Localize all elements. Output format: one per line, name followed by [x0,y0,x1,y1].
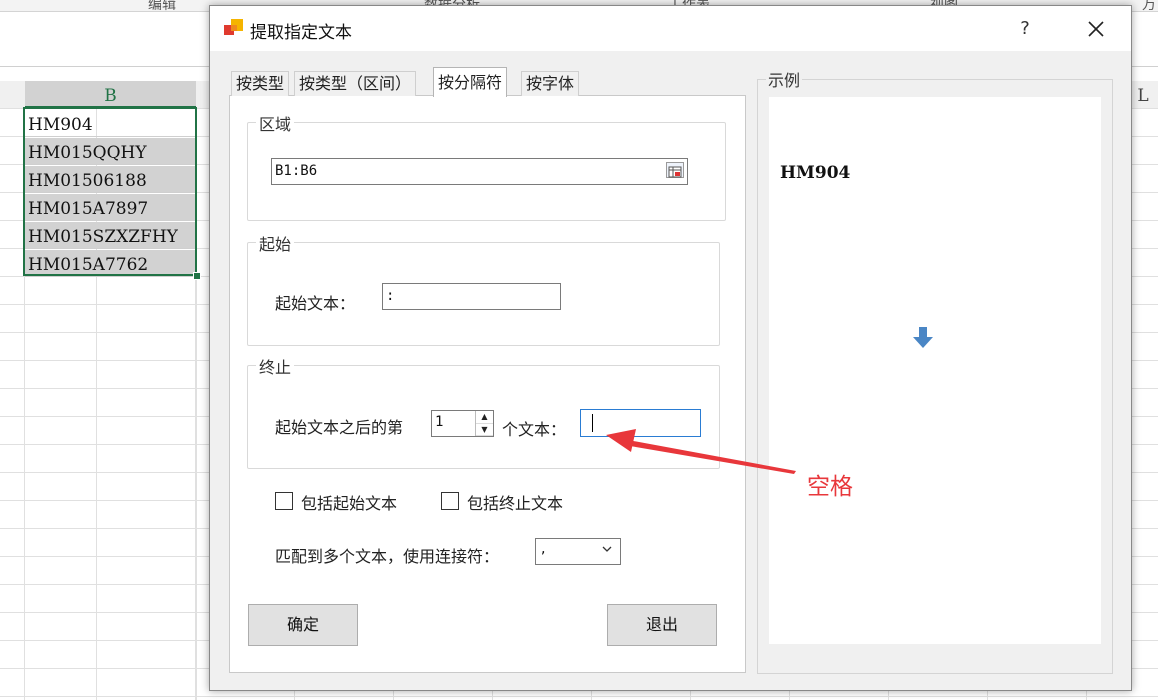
range-picker-button[interactable] [666,162,684,178]
joiner-value: , [541,541,546,557]
text-caret [592,414,593,432]
include-end-checkbox[interactable] [441,492,459,510]
annotation-arrow [606,429,796,474]
end-group-label: 终止 [256,354,295,378]
region-input-value: B1:B6 [275,163,318,179]
close-icon [1088,21,1104,37]
start-group-label: 起始 [256,231,295,255]
stepper-up-icon[interactable]: ▲ [476,411,493,424]
end-prefix-label: 起始文本之后的第 [275,418,404,437]
joiner-select[interactable]: , [535,538,621,565]
stepper-down-icon[interactable]: ▼ [476,424,493,436]
dialog-titlebar[interactable]: 提取指定文本 ? [210,6,1131,51]
selection-border [23,107,197,276]
app-icon [224,19,243,35]
region-group-label: 区域 [256,111,295,135]
nth-text-stepper[interactable]: 1 ▲ ▼ [431,410,494,437]
arrow-down-icon [913,327,933,348]
chevron-down-icon [602,546,612,552]
joiner-label: 匹配到多个文本，使用连接符： [275,547,500,566]
start-text-input[interactable]: : [382,283,561,310]
help-button[interactable]: ? [1010,14,1040,44]
tab-by-delimiter[interactable]: 按分隔符 [433,67,508,97]
ok-button[interactable]: 确定 [248,604,358,646]
sample-text: HM904 [780,163,851,183]
exit-button[interactable]: 退出 [607,604,717,646]
close-button[interactable] [1074,12,1118,46]
sample-group-label: 示例 [766,67,803,91]
start-text-label: 起始文本： [275,294,356,313]
fill-handle[interactable] [193,272,201,280]
tab-by-font[interactable]: 按字体 [521,71,580,96]
include-start-label: 包括起始文本 [301,494,398,513]
sample-preview: HM904 [769,97,1101,644]
annotation-label: 空格 [807,474,853,500]
dialog-title: 提取指定文本 [250,23,352,43]
extract-text-dialog: 提取指定文本 ? 按类型 按类型（区间） 按分隔符 按字体 区域 B1:B6 起… [209,5,1132,691]
include-end-label: 包括终止文本 [467,494,564,513]
ribbon-tab-more[interactable]: 万 [1142,0,1156,11]
tab-by-type[interactable]: 按类型 [231,71,290,96]
ribbon-tab-edit[interactable]: 编辑 [148,0,176,11]
end-suffix-label: 个文本： [502,420,567,439]
tab-by-type-range[interactable]: 按类型（区间） [294,71,417,96]
region-input[interactable]: B1:B6 [271,158,688,185]
range-select-icon [668,166,682,178]
stepper-arrows: ▲ ▼ [475,411,493,436]
include-start-checkbox[interactable] [275,492,293,510]
nth-text-value: 1 [435,414,444,430]
column-header-l[interactable]: L [1128,81,1158,108]
column-header-b[interactable]: B [25,81,196,108]
